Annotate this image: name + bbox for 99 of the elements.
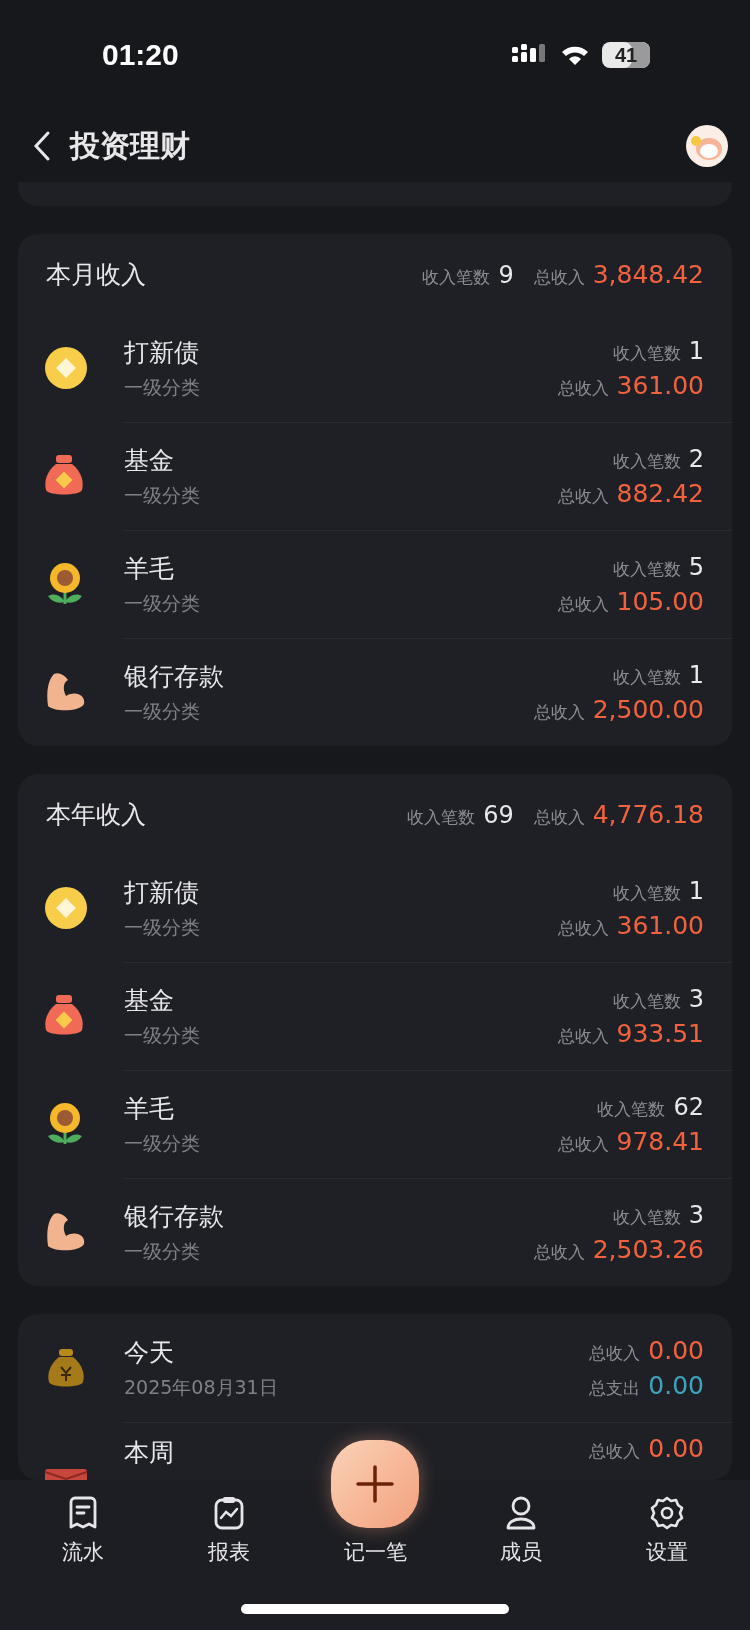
category-name: 银行存款 [124, 1200, 225, 1233]
total-label: 总收入 [557, 592, 609, 616]
back-icon[interactable] [32, 130, 52, 162]
period-name: 本周 [124, 1437, 175, 1469]
category-level: 一级分类 [124, 374, 201, 400]
category-name: 羊毛 [124, 1092, 175, 1125]
category-level: 一级分类 [124, 1130, 201, 1156]
period-name: 今天 [124, 1336, 175, 1369]
total-value: 882.42 [616, 478, 704, 508]
settings-icon[interactable] [650, 1496, 684, 1530]
plus-icon [355, 1464, 395, 1504]
category-name: 打新债 [124, 336, 200, 369]
category-name: 基金 [124, 444, 175, 477]
total-value: 3,848.42 [592, 259, 704, 289]
count-value: 1 [688, 660, 704, 689]
count-label: 收入笔数 [612, 557, 681, 581]
total-value: 978.41 [616, 1126, 704, 1156]
count-value: 69 [483, 800, 514, 829]
category-level: 一级分类 [124, 1238, 201, 1264]
category-name: 打新债 [124, 876, 200, 909]
section-title: 本年收入 [46, 798, 146, 831]
total-label: 总收入 [557, 1024, 609, 1048]
category-level: 一级分类 [124, 590, 201, 616]
total-value: 2,500.00 [592, 694, 704, 724]
count-label: 收入笔数 [597, 1097, 666, 1121]
tab-label[interactable]: 报表 [208, 1538, 250, 1566]
income-label: 总收入 [589, 1342, 641, 1365]
avatar-icon[interactable] [686, 125, 728, 167]
category-row[interactable]: 基金 一级分类 收入笔数 2 总收入 882.42 [18, 422, 732, 530]
count-label: 收入笔数 [612, 341, 681, 365]
category-row[interactable]: 银行存款 一级分类 收入笔数 1 总收入 2,500.00 [18, 638, 732, 746]
count-value: 3 [688, 984, 704, 1013]
category-row[interactable]: 打新债 一级分类 收入笔数 1 总收入 361.00 [18, 314, 732, 422]
total-value: 105.00 [616, 586, 704, 616]
total-value: 933.51 [616, 1018, 704, 1048]
count-label: 收入笔数 [612, 449, 681, 473]
period-row[interactable]: 本周 总收入 0.00 [18, 1422, 732, 1480]
tab-label[interactable]: 流水 [62, 1538, 104, 1566]
category-level: 一级分类 [124, 482, 201, 508]
money-bag-icon [46, 1347, 86, 1389]
expense-value: 0.00 [648, 1371, 704, 1400]
chart-icon[interactable] [213, 1496, 245, 1530]
category-name: 银行存款 [124, 660, 225, 693]
category-level: 一级分类 [124, 698, 201, 724]
flexed-arm-icon [44, 1212, 86, 1252]
total-value: 361.00 [616, 910, 704, 940]
category-level: 一级分类 [124, 914, 201, 940]
person-icon[interactable] [505, 1496, 537, 1530]
income-value: 0.00 [648, 1434, 704, 1463]
add-button[interactable] [331, 1440, 419, 1528]
category-row[interactable]: 基金 一级分类 收入笔数 3 总收入 933.51 [18, 962, 732, 1070]
total-value: 2,503.26 [592, 1234, 704, 1264]
category-level: 一级分类 [124, 1022, 201, 1048]
tab-label[interactable]: 成员 [500, 1538, 542, 1566]
category-row[interactable]: 羊毛 一级分类 收入笔数 5 总收入 105.00 [18, 530, 732, 638]
flexed-arm-icon [44, 672, 86, 712]
category-row[interactable]: 羊毛 一级分类 收入笔数 62 总收入 978.41 [18, 1070, 732, 1178]
tab-label[interactable]: 设置 [646, 1538, 688, 1566]
coin-icon [44, 346, 88, 390]
total-label: 总收入 [533, 700, 585, 724]
total-value: 4,776.18 [592, 799, 704, 829]
expense-label: 总支出 [589, 1377, 641, 1400]
period-row[interactable]: 今天 2025年08月31日 总收入 0.00 总支出 0.00 [18, 1314, 732, 1422]
battery-icon: 41 [602, 42, 650, 68]
receipt-icon[interactable] [67, 1496, 99, 1530]
count-label: 收入笔数 [612, 1205, 681, 1229]
total-label: 总收入 [557, 916, 609, 940]
total-value: 361.00 [616, 370, 704, 400]
count-label: 收入笔数 [612, 665, 681, 689]
count-label: 收入笔数 [422, 265, 491, 289]
income-label: 总收入 [589, 1440, 641, 1463]
page-title: 投资理财 [70, 126, 191, 165]
category-row[interactable]: 打新债 一级分类 收入笔数 1 总收入 361.00 [18, 854, 732, 962]
count-value: 62 [673, 1092, 704, 1121]
income-value: 0.00 [648, 1336, 704, 1365]
wifi-icon [560, 44, 590, 66]
section-title: 本月收入 [46, 258, 146, 291]
total-label: 总收入 [557, 376, 609, 400]
total-label: 总收入 [533, 1240, 585, 1264]
total-label: 总收入 [557, 484, 609, 508]
count-value: 1 [688, 876, 704, 905]
count-value: 2 [688, 444, 704, 473]
category-name: 基金 [124, 984, 175, 1017]
category-row[interactable]: 银行存款 一级分类 收入笔数 3 总收入 2,503.26 [18, 1178, 732, 1286]
period-date: 2025年08月31日 [124, 1374, 279, 1400]
tab-label[interactable]: 记一笔 [343, 1538, 407, 1566]
count-label: 收入笔数 [612, 881, 681, 905]
total-label: 总收入 [557, 1132, 609, 1156]
count-value: 1 [688, 336, 704, 365]
category-name: 羊毛 [124, 552, 175, 585]
count-label: 收入笔数 [612, 989, 681, 1013]
count-value: 3 [688, 1200, 704, 1229]
status-time: 01:20 [102, 38, 179, 72]
total-label: 总收入 [533, 805, 585, 829]
total-label: 总收入 [533, 265, 585, 289]
count-value: 9 [498, 260, 514, 289]
count-label: 收入笔数 [407, 805, 476, 829]
count-value: 5 [688, 552, 704, 581]
coin-icon [44, 886, 88, 930]
